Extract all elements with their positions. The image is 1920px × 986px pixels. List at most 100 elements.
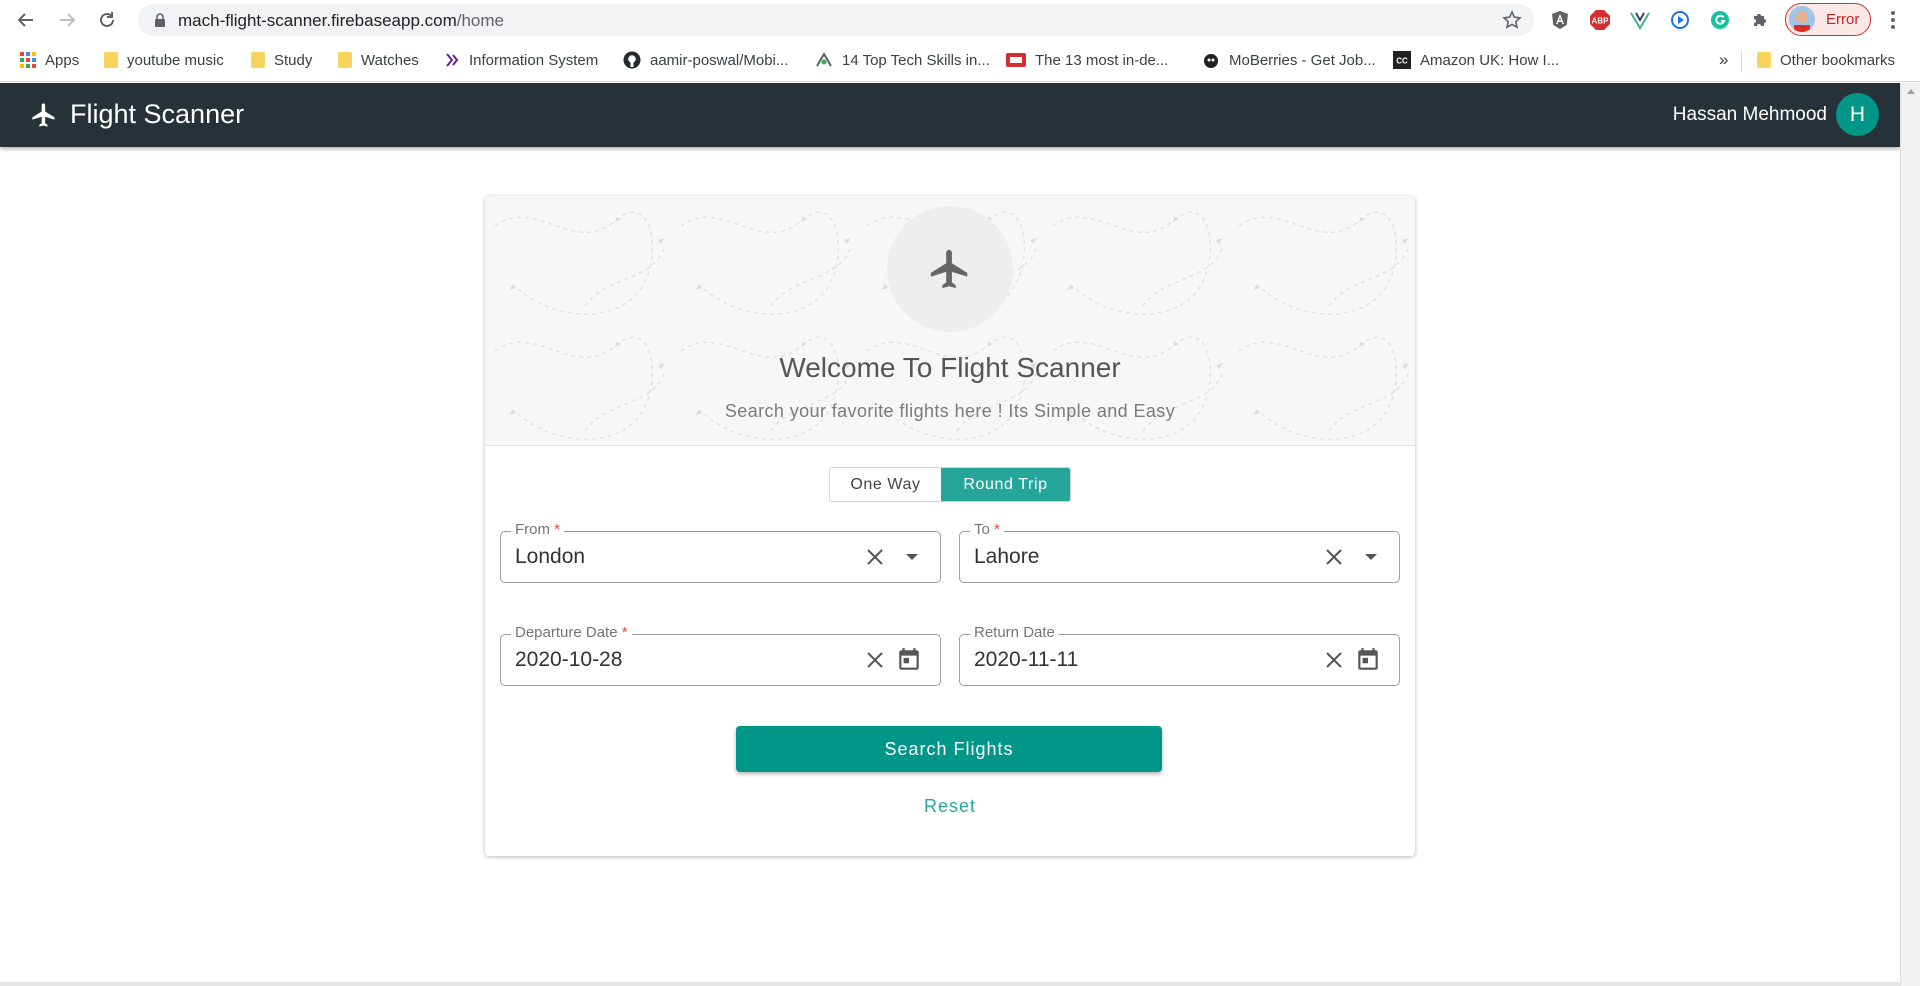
- return-date-field[interactable]: Return Date 2020-11-11: [959, 624, 1400, 686]
- profile-error-chip[interactable]: Error: [1785, 3, 1871, 36]
- bookmark-tech-skills[interactable]: 14 Top Tech Skills in...: [815, 48, 990, 72]
- clear-icon[interactable]: [1323, 546, 1345, 568]
- bookmark-label: Information System: [469, 51, 599, 69]
- arrow-right-icon: [60, 13, 76, 27]
- airplane-logo-icon: [32, 103, 55, 127]
- to-field-label: To *: [970, 521, 1004, 538]
- favicon-icon: [446, 53, 459, 67]
- return-date-label: Return Date: [970, 624, 1059, 641]
- arrow-left-icon: [17, 13, 33, 27]
- search-flights-button[interactable]: Search Flights: [736, 726, 1162, 772]
- url-host: mach-flight-scanner.firebaseapp.com: [178, 11, 457, 30]
- dropdown-arrow-icon[interactable]: [1365, 554, 1377, 560]
- app-toolbar: Flight Scanner Hassan Mehmood H: [0, 83, 1900, 147]
- browser-toolbar: mach-flight-scanner.firebaseapp.com/home…: [0, 0, 1920, 40]
- from-field-label: From *: [511, 521, 565, 538]
- forward-button[interactable]: [53, 6, 81, 34]
- folder-icon: [338, 52, 352, 68]
- plane-badge: [887, 206, 1013, 332]
- bookmark-moberries[interactable]: MoBerries - Get Job...: [1202, 48, 1376, 72]
- url-text: mach-flight-scanner.firebaseapp.com/home: [178, 11, 504, 31]
- clear-icon[interactable]: [1323, 649, 1345, 671]
- reload-icon: [100, 12, 114, 27]
- welcome-heading: Welcome To Flight Scanner: [779, 352, 1121, 383]
- folder-icon: [251, 52, 265, 68]
- lock-icon: [155, 13, 165, 27]
- reload-button[interactable]: [93, 6, 121, 34]
- calendar-icon[interactable]: [896, 647, 922, 673]
- grammarly-icon[interactable]: [1708, 8, 1732, 32]
- calendar-icon[interactable]: [1355, 647, 1381, 673]
- bookmark-watches[interactable]: Watches: [338, 48, 419, 72]
- airplane-icon: [930, 249, 968, 289]
- browser-menu-icon[interactable]: [1886, 8, 1900, 32]
- favicon-icon: [1204, 54, 1218, 68]
- bookmark-label: Apps: [45, 51, 80, 69]
- to-field[interactable]: To * Lahore: [959, 521, 1400, 583]
- angular-extension-icon[interactable]: [1548, 8, 1572, 32]
- folder-icon: [1757, 52, 1771, 68]
- bookmark-label: 14 Top Tech Skills in...: [842, 51, 990, 69]
- required-asterisk: *: [994, 521, 1000, 538]
- bookmarks-overflow-button[interactable]: »: [1719, 48, 1728, 72]
- url-path: /home: [456, 11, 504, 30]
- bookmark-apps[interactable]: Apps: [20, 48, 79, 72]
- bookmark-label: Watches: [361, 51, 419, 69]
- bookmark-information-system[interactable]: Information System: [444, 48, 598, 72]
- cast-extension-icon[interactable]: [1668, 8, 1692, 32]
- clear-icon[interactable]: [864, 649, 886, 671]
- bookmark-github-aamir[interactable]: aamir-poswal/Mobi...: [623, 48, 788, 72]
- welcome-subtitle: Search your favorite flights here ! Its …: [724, 401, 1176, 421]
- clear-icon[interactable]: [864, 546, 886, 568]
- bookmark-label: MoBerries - Get Job...: [1229, 51, 1376, 69]
- return-date-value: 2020-11-11: [974, 648, 1079, 671]
- bookmark-13-most[interactable]: The 13 most in-de...: [1006, 48, 1168, 72]
- reset-button[interactable]: Reset: [900, 791, 1000, 821]
- round-trip-toggle[interactable]: Round Trip: [941, 468, 1070, 501]
- horizontal-scrollbar[interactable]: [0, 982, 1900, 986]
- bookmark-study[interactable]: Study: [251, 48, 312, 72]
- vue-devtools-icon[interactable]: [1628, 8, 1652, 32]
- from-label-text: From: [515, 521, 550, 538]
- folder-icon: [104, 52, 118, 68]
- one-way-toggle[interactable]: One Way: [830, 468, 941, 501]
- favicon-icon: [816, 52, 832, 67]
- bookmark-separator: [1741, 50, 1742, 72]
- app-title[interactable]: Flight Scanner: [70, 99, 244, 130]
- bookmark-youtube-music[interactable]: youtube music: [104, 48, 224, 72]
- bookmark-label: aamir-poswal/Mobi...: [650, 51, 789, 69]
- address-bar[interactable]: mach-flight-scanner.firebaseapp.com/home: [138, 4, 1534, 36]
- from-field[interactable]: From * London: [500, 521, 941, 583]
- departure-date-field[interactable]: Departure Date * 2020-10-28: [500, 624, 941, 686]
- from-value: London: [515, 545, 586, 568]
- departure-label-text: Departure Date: [515, 624, 618, 641]
- overflow-chevron-icon: »: [1719, 50, 1729, 69]
- scroll-up-arrow-icon[interactable]: [1907, 89, 1915, 94]
- github-icon: [623, 51, 641, 69]
- bookmark-label: The 13 most in-de...: [1035, 51, 1169, 69]
- bookmark-amazon-uk[interactable]: CC Amazon UK: How I...: [1393, 48, 1559, 72]
- bookmark-other-bookmarks[interactable]: Other bookmarks: [1757, 48, 1895, 72]
- flight-search-card: Welcome To Flight Scanner Search your fa…: [485, 196, 1415, 856]
- adblock-extension-icon[interactable]: ABP: [1588, 8, 1612, 32]
- user-avatar[interactable]: H: [1836, 93, 1879, 136]
- extensions-puzzle-icon[interactable]: [1748, 8, 1772, 32]
- favicon-icon: CC: [1393, 51, 1411, 69]
- departure-date-label: Departure Date *: [511, 624, 632, 641]
- vertical-scrollbar[interactable]: [1900, 83, 1920, 986]
- star-icon[interactable]: [1502, 10, 1522, 30]
- to-label-text: To: [974, 521, 990, 538]
- svg-text:CC: CC: [1396, 57, 1408, 66]
- required-asterisk: *: [621, 624, 628, 641]
- required-asterisk: *: [554, 521, 561, 538]
- trip-type-toggle: One Way Round Trip: [829, 467, 1071, 502]
- back-button[interactable]: [12, 6, 40, 34]
- svg-text:ABP: ABP: [1592, 17, 1610, 26]
- departure-date-value: 2020-10-28: [515, 648, 623, 671]
- dropdown-arrow-icon[interactable]: [906, 554, 918, 560]
- bookmark-label: Study: [274, 51, 313, 69]
- to-value: Lahore: [974, 545, 1040, 568]
- bookmarks-bar: Apps youtube music Study Watches Informa…: [0, 40, 1920, 82]
- bookmark-label: Other bookmarks: [1780, 51, 1896, 69]
- card-header: Welcome To Flight Scanner Search your fa…: [485, 196, 1415, 446]
